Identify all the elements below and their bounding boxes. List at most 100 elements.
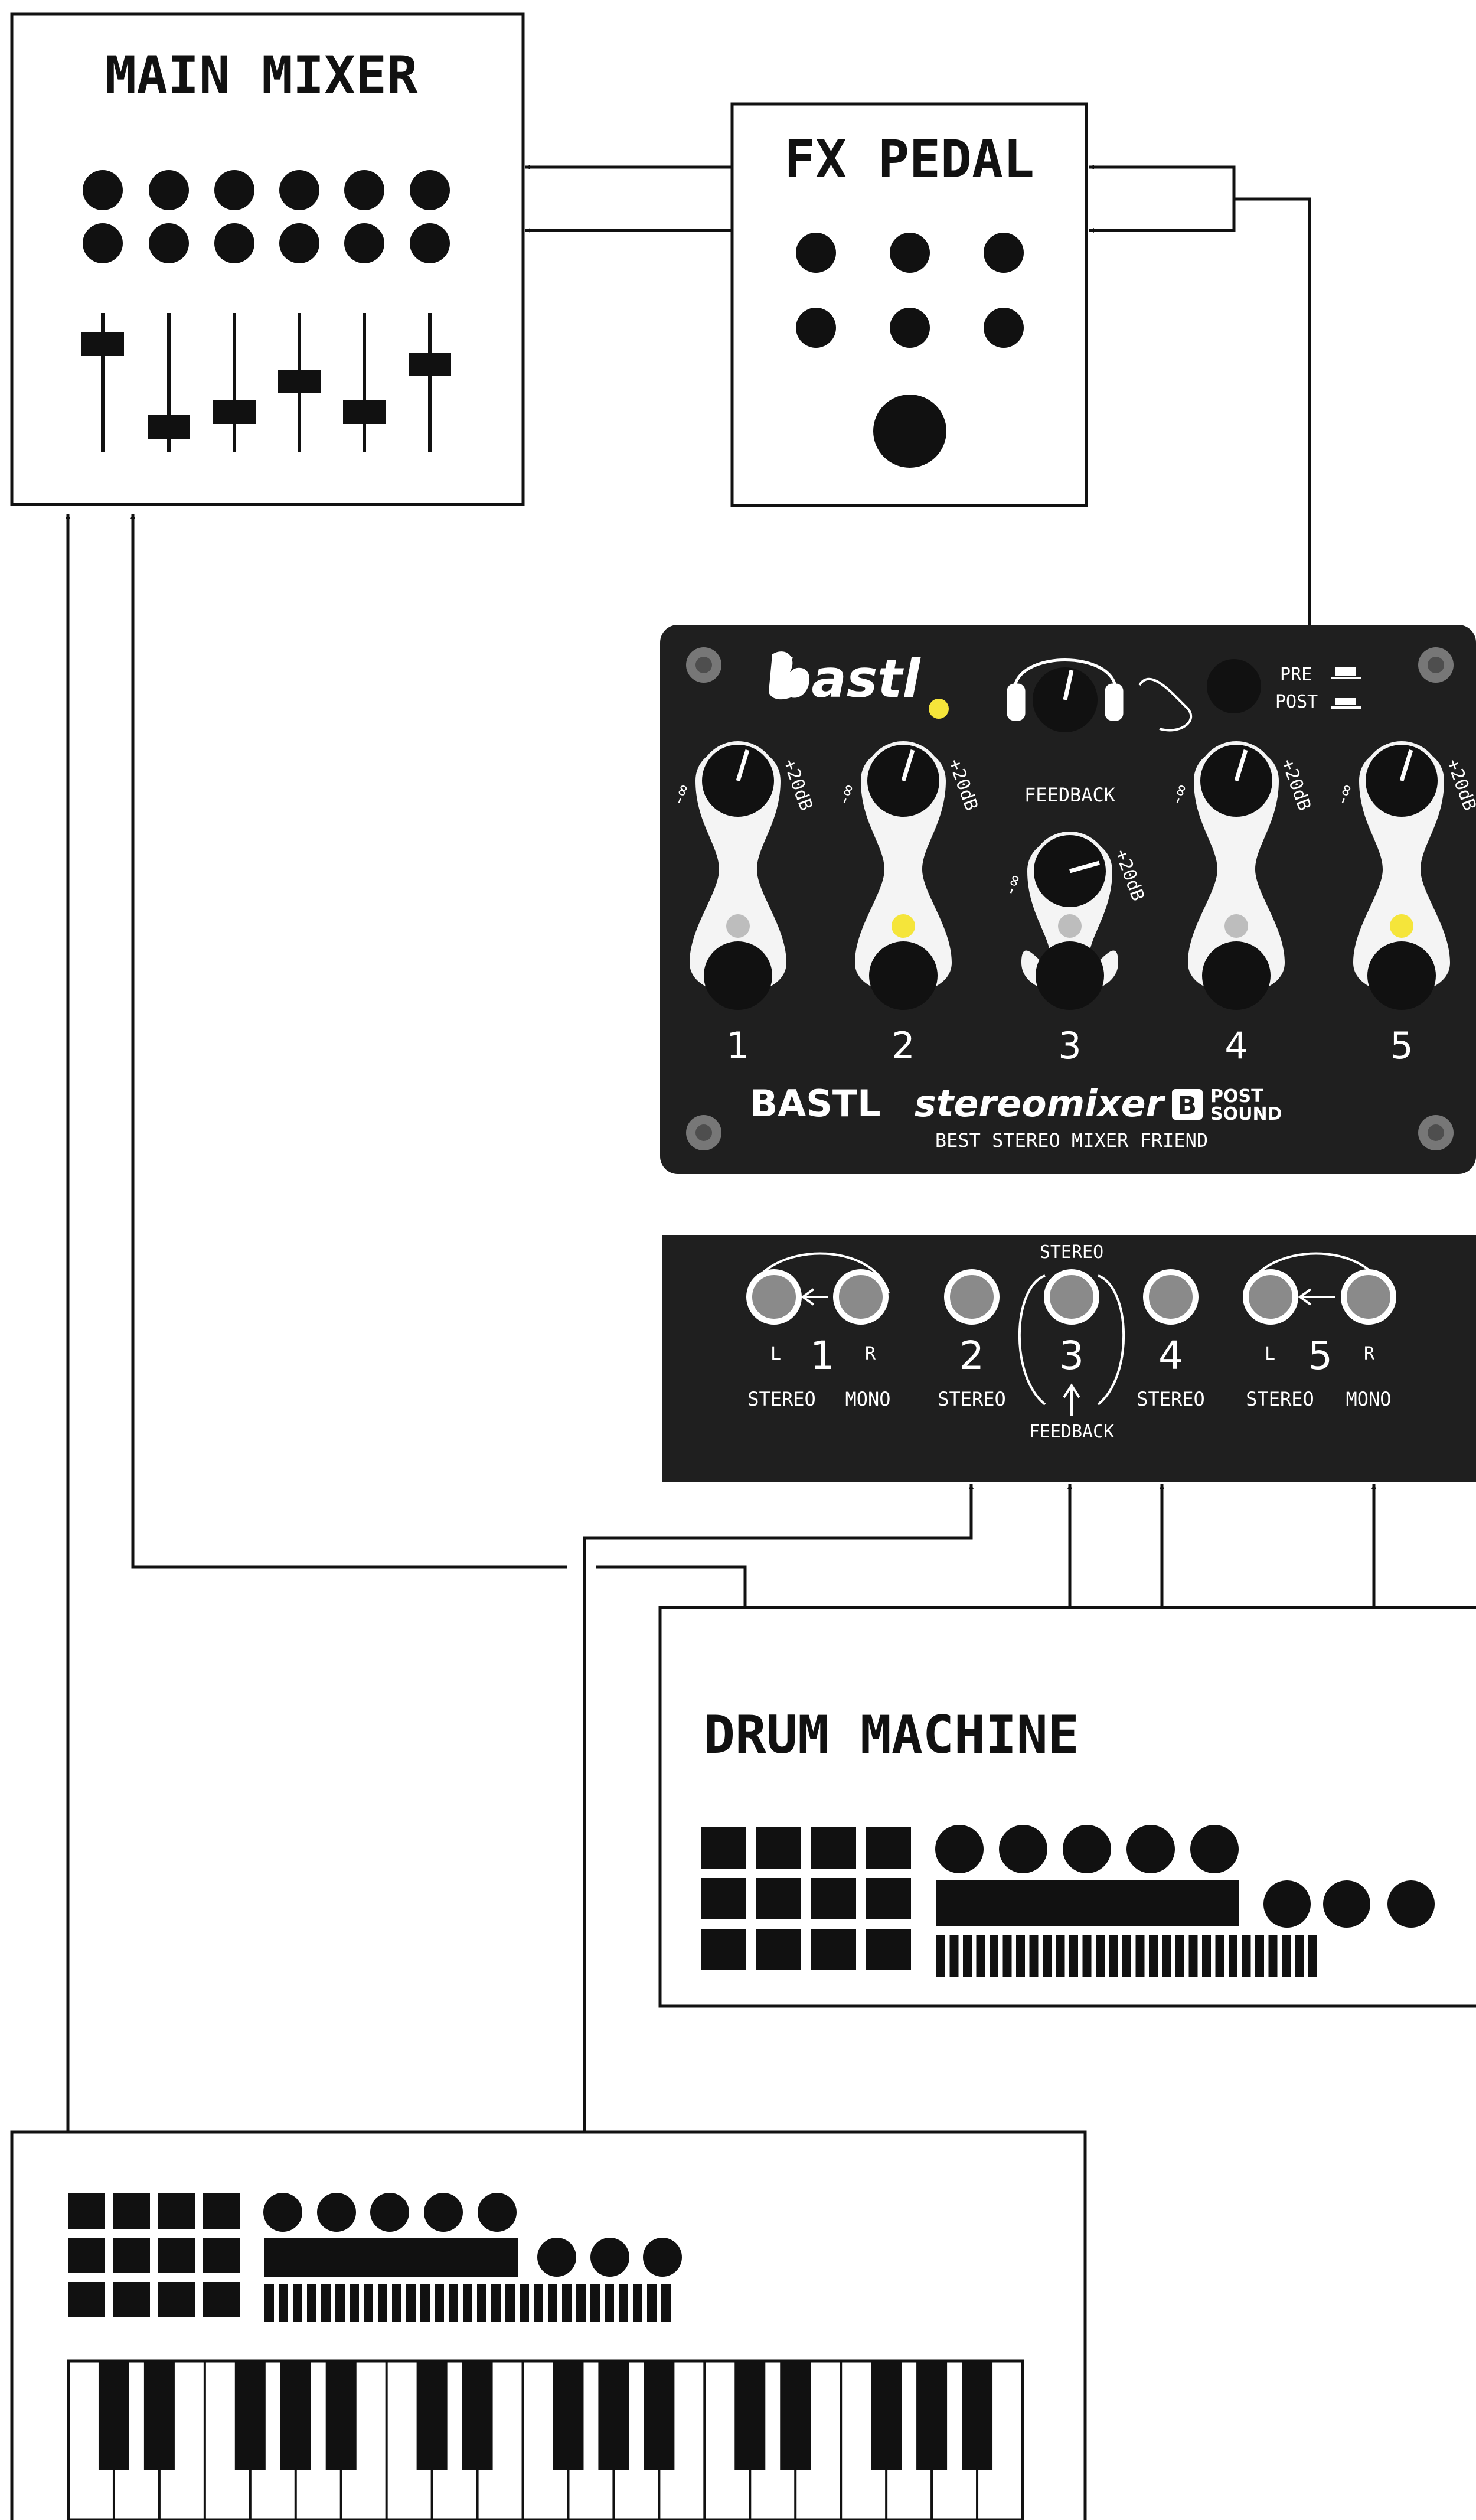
step-button[interactable]: [1202, 1935, 1211, 1977]
jack-1-left[interactable]: [746, 1269, 802, 1325]
step-button[interactable]: [1162, 1935, 1171, 1977]
synth-pad[interactable]: [113, 2238, 150, 2273]
step-button[interactable]: [976, 1935, 985, 1977]
black-key[interactable]: [916, 2361, 948, 2470]
synth-step-button[interactable]: [576, 2284, 586, 2322]
synth-step-button[interactable]: [605, 2284, 614, 2322]
drum-pad[interactable]: [701, 1878, 746, 1919]
step-button[interactable]: [1175, 1935, 1184, 1977]
synth-pad[interactable]: [68, 2193, 105, 2229]
synth-step-button[interactable]: [562, 2284, 572, 2322]
synth-step-button[interactable]: [435, 2284, 444, 2322]
step-button[interactable]: [1149, 1935, 1158, 1977]
step-button[interactable]: [1122, 1935, 1131, 1977]
synth-step-button[interactable]: [420, 2284, 430, 2322]
black-key[interactable]: [234, 2361, 266, 2470]
drum-pad[interactable]: [811, 1827, 856, 1869]
synth-step-button[interactable]: [293, 2284, 302, 2322]
synth-step-button[interactable]: [505, 2284, 515, 2322]
channel-button-5[interactable]: [1367, 941, 1436, 1010]
jack-3[interactable]: [1044, 1269, 1099, 1325]
drum-knob[interactable]: [1126, 1825, 1175, 1873]
drum-pad[interactable]: [756, 1878, 801, 1919]
synth-step-button[interactable]: [307, 2284, 316, 2322]
black-key[interactable]: [553, 2361, 584, 2470]
jack-2[interactable]: [944, 1269, 1000, 1325]
channel-button-3[interactable]: [1036, 941, 1104, 1010]
step-button[interactable]: [1215, 1935, 1224, 1977]
drum-knob[interactable]: [1323, 1880, 1370, 1928]
synth-step-button[interactable]: [378, 2284, 387, 2322]
synth-knob[interactable]: [478, 2193, 517, 2232]
synth-step-button[interactable]: [335, 2284, 345, 2322]
synth-step-button[interactable]: [534, 2284, 543, 2322]
synth-step-button[interactable]: [633, 2284, 642, 2322]
drum-pad[interactable]: [811, 1929, 856, 1970]
synth-pad[interactable]: [203, 2282, 240, 2317]
step-button[interactable]: [1229, 1935, 1237, 1977]
synth-step-button[interactable]: [548, 2284, 557, 2322]
synth-step-button[interactable]: [321, 2284, 331, 2322]
black-key[interactable]: [734, 2361, 766, 2470]
synth-step-button[interactable]: [392, 2284, 401, 2322]
step-button[interactable]: [1082, 1935, 1092, 1977]
jack-1-right[interactable]: [833, 1269, 889, 1325]
drum-pad[interactable]: [701, 1929, 746, 1970]
step-button[interactable]: [1295, 1935, 1304, 1977]
black-key[interactable]: [98, 2361, 129, 2470]
synth-knob[interactable]: [590, 2238, 629, 2277]
drum-pad[interactable]: [866, 1929, 911, 1970]
pre-post-switch[interactable]: [1207, 659, 1261, 713]
synth-pad[interactable]: [113, 2193, 150, 2229]
step-button[interactable]: [963, 1935, 972, 1977]
step-button[interactable]: [1069, 1935, 1078, 1977]
black-key[interactable]: [962, 2361, 993, 2470]
synth-pad[interactable]: [203, 2238, 240, 2273]
synth-step-button[interactable]: [520, 2284, 529, 2322]
drum-knob[interactable]: [1063, 1825, 1111, 1873]
synth-pad[interactable]: [68, 2282, 105, 2317]
synth-knob[interactable]: [370, 2193, 409, 2232]
drum-knob[interactable]: [1263, 1880, 1311, 1928]
synth-knob[interactable]: [317, 2193, 356, 2232]
drum-pad[interactable]: [866, 1827, 911, 1869]
step-button[interactable]: [1109, 1935, 1118, 1977]
drum-knob[interactable]: [1387, 1880, 1435, 1928]
synth-step-button[interactable]: [477, 2284, 486, 2322]
jack-4[interactable]: [1143, 1269, 1199, 1325]
synth-step-button[interactable]: [647, 2284, 657, 2322]
synth-step-button[interactable]: [279, 2284, 288, 2322]
step-button[interactable]: [1188, 1935, 1198, 1977]
synth-pad[interactable]: [113, 2282, 150, 2317]
step-button[interactable]: [1096, 1935, 1105, 1977]
black-key[interactable]: [416, 2361, 448, 2470]
synth-step-button[interactable]: [619, 2284, 628, 2322]
channel-button-1[interactable]: [704, 941, 772, 1010]
synth-knob[interactable]: [424, 2193, 463, 2232]
step-button[interactable]: [1029, 1935, 1039, 1977]
step-button[interactable]: [1056, 1935, 1065, 1977]
drum-knob[interactable]: [999, 1825, 1047, 1873]
synth-step-button[interactable]: [350, 2284, 359, 2322]
drum-knob[interactable]: [1190, 1825, 1239, 1873]
step-button[interactable]: [1268, 1935, 1278, 1977]
step-button[interactable]: [990, 1935, 998, 1977]
step-button[interactable]: [1043, 1935, 1052, 1977]
step-button[interactable]: [1242, 1935, 1251, 1977]
black-key[interactable]: [325, 2361, 357, 2470]
drum-knob[interactable]: [935, 1825, 984, 1873]
synth-step-button[interactable]: [590, 2284, 600, 2322]
step-button[interactable]: [1002, 1935, 1012, 1977]
synth-knob[interactable]: [537, 2238, 576, 2277]
black-key[interactable]: [462, 2361, 493, 2470]
step-button[interactable]: [1016, 1935, 1025, 1977]
drum-pad[interactable]: [866, 1878, 911, 1919]
black-key[interactable]: [598, 2361, 629, 2470]
drum-pad[interactable]: [756, 1827, 801, 1869]
synth-pad[interactable]: [158, 2193, 195, 2229]
black-key[interactable]: [143, 2361, 175, 2470]
black-key[interactable]: [871, 2361, 902, 2470]
black-key[interactable]: [644, 2361, 675, 2470]
synth-step-button[interactable]: [463, 2284, 472, 2322]
synth-step-button[interactable]: [491, 2284, 501, 2322]
